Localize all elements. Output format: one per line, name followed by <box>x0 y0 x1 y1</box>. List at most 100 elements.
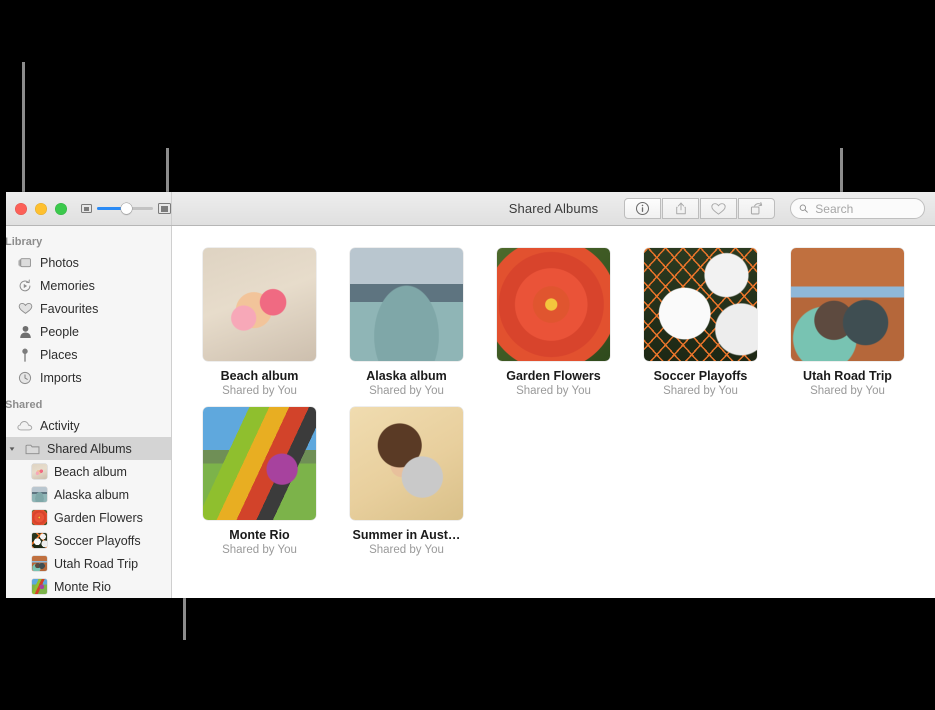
zoom-button[interactable] <box>55 202 67 215</box>
album-title: Beach album <box>220 369 299 383</box>
album-title: Garden Flowers <box>506 369 601 383</box>
album-card[interactable]: Utah Road Trip Shared by You <box>774 248 921 397</box>
album-subtitle: Shared by You <box>516 385 591 397</box>
sidebar-item-places[interactable]: Places <box>6 343 171 366</box>
toolbar-button-group[interactable] <box>624 198 775 219</box>
sidebar-item-label: Utah Road Trip <box>54 556 139 571</box>
cloud-icon <box>17 420 33 431</box>
sidebar-item-label: People <box>40 324 79 339</box>
sidebar-item-label: Monte Rio <box>54 579 111 594</box>
sidebar-item-activity[interactable]: Activity <box>6 414 171 437</box>
slider-knob[interactable] <box>121 203 132 214</box>
info-icon <box>635 201 650 216</box>
album-subtitle: Shared by You <box>369 385 444 397</box>
sidebar-item-garden-flowers[interactable]: Garden Flowers <box>6 506 171 529</box>
album-cover-image[interactable] <box>203 248 316 361</box>
album-title: Alaska album <box>366 369 447 383</box>
sidebar-section-shared-header: Shared <box>6 399 43 411</box>
sidebar-item-label: Memories <box>40 278 95 293</box>
sidebar-item-alaska-album[interactable]: Alaska album <box>6 483 171 506</box>
album-subtitle: Shared by You <box>369 544 444 556</box>
album-thumbnail <box>32 487 47 502</box>
album-card[interactable]: Garden Flowers Shared by You <box>480 248 627 397</box>
album-thumbnail <box>32 464 47 479</box>
sidebar-item-label: Alaska album <box>54 487 130 502</box>
album-title: Summer in Aust… <box>352 528 461 542</box>
sidebar-section-library-header: Library <box>6 236 43 248</box>
person-icon <box>17 325 33 339</box>
memories-icon <box>17 279 33 293</box>
clock-icon <box>17 371 33 385</box>
slider-track[interactable] <box>97 203 153 214</box>
album-thumbnail <box>32 510 47 525</box>
sidebar-item-label: Places <box>40 347 78 362</box>
screenshot-stage: Shared Albums Search Library Photos Memo… <box>0 0 935 710</box>
album-subtitle: Shared by You <box>222 544 297 556</box>
search-icon <box>799 204 808 213</box>
sidebar-item-favourites[interactable]: Favourites <box>6 297 171 320</box>
sidebar-item-label: Imports <box>40 370 82 385</box>
album-card[interactable]: Alaska album Shared by You <box>333 248 480 397</box>
album-cover-image[interactable] <box>497 248 610 361</box>
album-cover-image[interactable] <box>203 407 316 520</box>
album-subtitle: Shared by You <box>222 385 297 397</box>
folder-icon <box>24 443 40 455</box>
thumbnail-size-slider[interactable] <box>81 203 171 214</box>
album-card[interactable]: Beach album Shared by You <box>186 248 333 397</box>
search-input[interactable] <box>813 200 916 217</box>
sidebar-item-utah-road-trip[interactable]: Utah Road Trip <box>6 552 171 575</box>
sidebar-item-photos[interactable]: Photos <box>6 251 171 274</box>
album-cover-image[interactable] <box>791 248 904 361</box>
sidebar-item-label: Soccer Playoffs <box>54 533 141 548</box>
close-button[interactable] <box>15 202 27 215</box>
album-card[interactable]: Summer in Aust… Shared by You <box>333 407 480 556</box>
minimize-button[interactable] <box>35 202 47 215</box>
info-button[interactable] <box>624 198 661 219</box>
photos-icon <box>17 256 33 269</box>
sidebar-item-label: Activity <box>40 418 80 433</box>
sidebar-item-soccer-playoffs[interactable]: Soccer Playoffs <box>6 529 171 552</box>
sidebar: Library Photos Memories Favourites Peopl… <box>6 226 172 598</box>
album-card[interactable]: Monte Rio Shared by You <box>186 407 333 556</box>
sidebar-item-label: Favourites <box>40 301 99 316</box>
album-cover-image[interactable] <box>644 248 757 361</box>
album-title: Soccer Playoffs <box>653 369 748 383</box>
sidebar-item-label: Photos <box>40 255 79 270</box>
album-title: Monte Rio <box>229 528 290 542</box>
sidebar-item-memories[interactable]: Memories <box>6 274 171 297</box>
album-subtitle: Shared by You <box>810 385 885 397</box>
small-thumbnail-icon <box>81 204 92 213</box>
sidebar-item-people[interactable]: People <box>6 320 171 343</box>
window-titlebar: Shared Albums <box>6 192 935 226</box>
sidebar-item-label: Shared Albums <box>47 441 132 456</box>
album-cover-image[interactable] <box>350 248 463 361</box>
window-body: Library Photos Memories Favourites Peopl… <box>6 226 935 598</box>
shared-albums-grid-view: Beach album Shared by You Alaska album S… <box>172 226 935 598</box>
sidebar-item-beach-album[interactable]: Beach album <box>6 460 171 483</box>
heart-icon <box>17 302 33 315</box>
titlebar-content-region: Shared Albums <box>172 192 935 225</box>
chevron-down-icon[interactable] <box>7 445 16 453</box>
sidebar-item-label: Beach album <box>54 464 127 479</box>
sidebar-item-shared-albums[interactable]: Shared Albums <box>6 437 171 460</box>
album-thumbnail <box>32 533 47 548</box>
rotate-button[interactable] <box>738 198 775 219</box>
album-cover-image[interactable] <box>350 407 463 520</box>
album-grid: Beach album Shared by You Alaska album S… <box>172 248 935 556</box>
favorite-button[interactable] <box>700 198 737 219</box>
album-thumbnail <box>32 579 47 594</box>
share-button[interactable] <box>662 198 699 219</box>
heart-icon <box>711 202 726 215</box>
rotate-icon <box>750 202 763 215</box>
sidebar-item-label: Garden Flowers <box>54 510 143 525</box>
album-thumbnail <box>32 556 47 571</box>
large-thumbnail-icon <box>158 203 171 214</box>
window-controls[interactable] <box>15 202 67 215</box>
album-card[interactable]: Soccer Playoffs Shared by You <box>627 248 774 397</box>
pin-icon <box>17 348 33 362</box>
sidebar-item-monte-rio[interactable]: Monte Rio <box>6 575 171 598</box>
titlebar-sidebar-region <box>6 192 172 225</box>
search-field[interactable] <box>790 198 925 219</box>
share-icon <box>675 202 686 215</box>
sidebar-item-imports[interactable]: Imports <box>6 366 171 389</box>
